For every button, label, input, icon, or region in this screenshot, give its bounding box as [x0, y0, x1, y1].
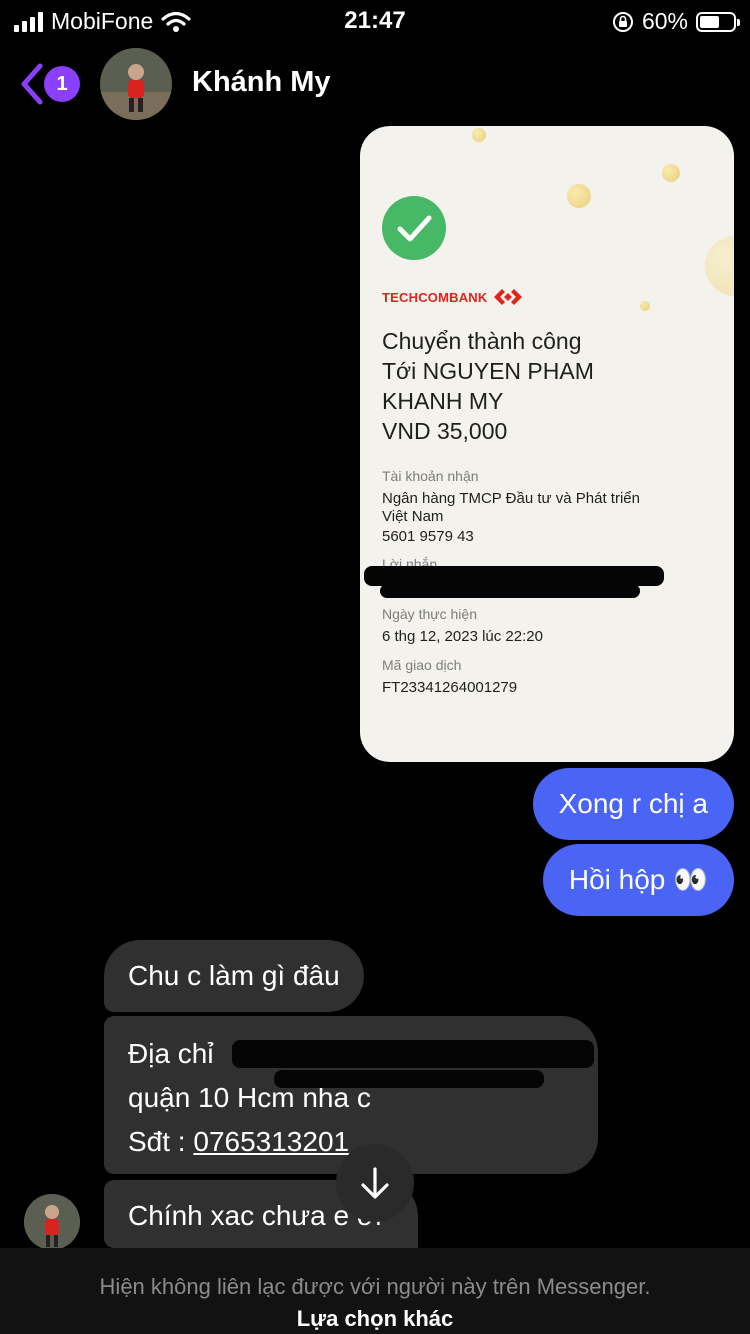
redaction-scribble [364, 566, 664, 586]
battery-icon [696, 11, 740, 32]
techcombank-logo-icon [494, 289, 523, 305]
receipt-title: Chuyển thành công Tới NGUYEN PHAM KHANH … [382, 326, 712, 446]
incoming-message[interactable]: Địa chỉ quận 10 Hcm nha c Sđt : 07653132… [104, 1016, 598, 1174]
redaction-scribble [380, 584, 640, 598]
incoming-message[interactable]: Chu c làm gì đâu [104, 940, 364, 1012]
account-bank: Ngân hàng TMCP Đầu tư và Phát triển Việt… [382, 490, 640, 526]
receipt-title-line: Chuyển thành công [382, 328, 582, 354]
receipt-title-line: KHANH MY [382, 388, 504, 414]
contact-name[interactable]: Khánh My [192, 66, 331, 99]
date-value: 6 thg 12, 2023 lúc 22:20 [382, 628, 543, 645]
checkmark-icon [397, 215, 432, 242]
back-chevron-icon[interactable] [16, 62, 46, 106]
coin-decoration [640, 301, 650, 311]
address-label: Địa chỉ [128, 1038, 214, 1069]
coin-decoration [705, 236, 734, 296]
status-bar: MobiFone 21:47 60% [0, 0, 750, 40]
message-line: Địa chỉ [128, 1032, 594, 1088]
scroll-to-bottom-button[interactable] [336, 1144, 414, 1222]
redaction-scribble [232, 1040, 594, 1068]
account-number: 5601 9579 43 [382, 528, 474, 545]
success-check [382, 196, 446, 260]
account-bank-line: Việt Nam [382, 508, 444, 525]
bank-name: TECHCOMBANK [382, 289, 488, 305]
account-bank-line: Ngân hàng TMCP Đầu tư và Phát triển [382, 490, 640, 507]
transfer-receipt-image[interactable]: TECHCOMBANK Chuyển thành công Tới NGUYEN… [360, 126, 734, 762]
coin-decoration [567, 184, 591, 208]
phone-label: Sđt : [128, 1126, 194, 1157]
phone-link[interactable]: 0765313201 [193, 1126, 349, 1157]
sender-avatar[interactable] [24, 1194, 80, 1250]
date-label: Ngày thực hiện [382, 606, 477, 622]
unread-badge[interactable]: 1 [44, 66, 80, 102]
chat-header: 1 Khánh My [0, 44, 750, 128]
status-right: 60% [612, 8, 740, 35]
bank-brand: TECHCOMBANK [382, 288, 523, 306]
txn-label: Mã giao dịch [382, 657, 462, 673]
unavailable-message: Hiện không liên lạc được với người này t… [99, 1274, 651, 1299]
outgoing-message[interactable]: Xong r chị a [532, 768, 734, 840]
coin-decoration [472, 128, 486, 142]
redaction-scribble [274, 1070, 544, 1088]
arrow-down-icon [361, 1167, 389, 1199]
account-label: Tài khoản nhận [382, 468, 479, 484]
lock-rotation-icon [612, 11, 633, 32]
txn-value: FT23341264001279 [382, 679, 518, 696]
unavailable-footer: Hiện không liên lạc được với người này t… [0, 1248, 750, 1334]
receipt-title-line: Tới NGUYEN PHAM [382, 358, 594, 384]
other-options-link[interactable]: Lựa chọn khác [0, 1306, 750, 1332]
coin-decoration [662, 164, 680, 182]
avatar[interactable] [100, 48, 172, 120]
outgoing-message[interactable]: Hồi hộp 👀 [542, 844, 734, 916]
battery-percent: 60% [641, 8, 688, 34]
receipt-amount: VND 35,000 [382, 418, 508, 444]
